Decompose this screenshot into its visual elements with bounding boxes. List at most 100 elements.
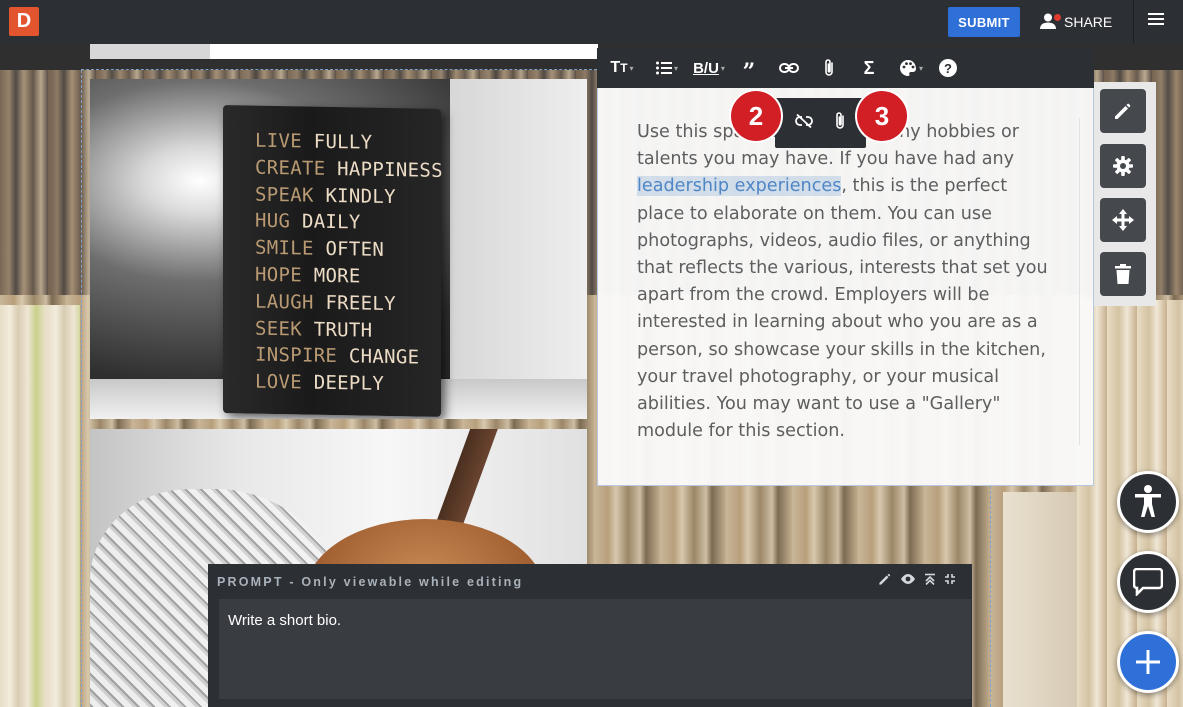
layout-guide-right <box>990 486 991 707</box>
sign-word-bright: TRUTH <box>301 318 373 342</box>
delete-block-button[interactable] <box>1100 252 1146 296</box>
share-label: SHARE <box>1064 14 1113 30</box>
text-size-button[interactable]: TT ▾ <box>607 48 637 88</box>
layout-guide-left <box>81 70 82 707</box>
help-button[interactable]: ? <box>933 48 963 88</box>
edit-block-button[interactable] <box>1100 89 1146 133</box>
sign-line: SMILE OFTEN <box>255 235 441 265</box>
accessibility-icon <box>1135 485 1161 517</box>
hamburger-icon <box>1148 13 1164 25</box>
chat-button[interactable] <box>1117 551 1179 613</box>
section-header-left <box>90 44 210 59</box>
block-settings-button[interactable] <box>1100 144 1146 188</box>
move-icon <box>1112 209 1134 231</box>
add-block-button[interactable] <box>1117 631 1179 693</box>
editor-body-text[interactable]: Use this space to talk about any hobbies… <box>637 119 1057 445</box>
text-size-icon: TT <box>610 59 628 76</box>
sign-word-bright: KINDLY <box>313 184 396 208</box>
formula-button[interactable]: Σ <box>849 48 889 88</box>
attachment-icon <box>825 59 833 76</box>
palette-icon <box>899 60 916 76</box>
sign-line: LIVE FULLY <box>255 128 441 158</box>
sign-line: HOPE MORE <box>255 262 441 292</box>
sign-line: CREATE HAPPINESS <box>255 154 443 184</box>
prompt-edit-button[interactable] <box>878 572 892 591</box>
hamburger-menu-button[interactable] <box>1148 12 1170 32</box>
prompt-header: PROMPT - Only viewable while editing <box>217 575 524 589</box>
accessibility-button[interactable] <box>1117 471 1179 533</box>
app-logo[interactable]: D <box>9 7 39 36</box>
sign-word-bright: HAPPINESS <box>325 157 443 182</box>
unlink-icon <box>795 113 814 128</box>
sign-word-dim: LOVE <box>255 370 302 394</box>
sign-word-dim: SEEK <box>255 317 302 341</box>
share-button[interactable]: SHARE <box>1040 10 1112 34</box>
prompt-collapse-button[interactable] <box>924 572 936 590</box>
sign-line: SPEAK KINDLY <box>255 181 441 211</box>
photo-inspirational-sign[interactable]: LIVE FULLY CREATE HAPPINESS SPEAK KINDLY HU… <box>90 79 587 419</box>
move-block-button[interactable] <box>1100 198 1146 242</box>
sign-line: LOVE DEEPLY <box>255 369 441 399</box>
collapse-icon <box>925 573 935 586</box>
submit-button[interactable]: SUBMIT <box>948 7 1020 37</box>
sign-word-dim: HOPE <box>255 263 302 287</box>
help-icon: ? <box>939 59 957 77</box>
quote-button[interactable]: ” <box>729 48 769 88</box>
section-header-white <box>210 44 598 59</box>
attachment-icon <box>835 111 844 129</box>
photo-wall <box>450 79 587 419</box>
sign-word-dim: CREATE <box>255 156 326 180</box>
eye-icon <box>901 574 915 584</box>
color-button[interactable]: ▾ <box>889 48 933 88</box>
sign-word-dim: LAUGH <box>255 290 314 314</box>
topbar-divider <box>1133 0 1134 44</box>
sign-line: SEEK TRUTH <box>255 315 441 345</box>
sign-line: LAUGH FREELY <box>255 288 441 318</box>
plus-icon <box>1136 650 1160 674</box>
attachment-button[interactable] <box>809 48 849 88</box>
sigma-icon: Σ <box>863 57 875 78</box>
top-bar: D SUBMIT SHARE <box>0 0 1183 44</box>
trash-icon <box>1115 264 1131 284</box>
editor-toolbar: TT ▾ ▾ B/U ▾ ” Σ ▾ ? <box>597 48 1094 88</box>
body-text-after: , this is the perfect place to elaborate… <box>637 176 1048 442</box>
layout-guide-top <box>81 69 597 70</box>
sign-board: LIVE FULLY CREATE HAPPINESS SPEAK KINDLY HU… <box>223 105 443 417</box>
sign-word-bright: DAILY <box>290 210 361 234</box>
link-popover-toolbar <box>775 98 866 148</box>
sign-word-dim: SMILE <box>255 236 314 260</box>
sign-word-dim: INSPIRE <box>255 344 338 368</box>
sign-word-dim: SPEAK <box>255 183 314 207</box>
sign-word-dim: HUG <box>255 210 291 233</box>
sign-word-bright: DEEPLY <box>301 371 385 396</box>
sign-word-bright: CHANGE <box>337 345 420 369</box>
drag-icon <box>945 574 955 584</box>
prompt-drag-handle[interactable] <box>944 572 956 590</box>
pencil-icon <box>879 573 891 585</box>
notification-dot <box>1054 14 1061 21</box>
step-badge-3: 3 <box>857 91 907 141</box>
book-spine-background <box>1003 492 1077 707</box>
bold-underline-icon: B/U <box>693 59 719 77</box>
svg-text:?: ? <box>944 61 952 76</box>
sign-line: INSPIRE CHANGE <box>255 342 441 372</box>
pencil-icon <box>1115 103 1131 119</box>
link-button[interactable] <box>769 48 809 88</box>
editor-scrollbar[interactable] <box>1079 118 1080 445</box>
sign-line: HUG DAILY <box>255 208 441 238</box>
sign-word-bright: OFTEN <box>313 237 385 262</box>
gear-icon <box>1113 156 1133 176</box>
attach-file-button[interactable] <box>834 111 846 136</box>
list-button[interactable]: ▾ <box>645 48 689 88</box>
bookshelf-left-background <box>0 305 80 707</box>
sign-word-bright: FREELY <box>313 291 396 315</box>
step-badge-2: 2 <box>731 91 781 141</box>
sign-word-bright: MORE <box>301 264 361 288</box>
selected-link-text[interactable]: leadership experiences <box>637 176 842 197</box>
unlink-button[interactable] <box>795 113 814 133</box>
prompt-actions <box>878 572 968 590</box>
quote-icon: ” <box>742 59 756 85</box>
prompt-text: Write a short bio. <box>228 612 342 629</box>
prompt-visibility-button[interactable] <box>900 572 916 590</box>
bold-underline-button[interactable]: B/U ▾ <box>689 48 729 88</box>
